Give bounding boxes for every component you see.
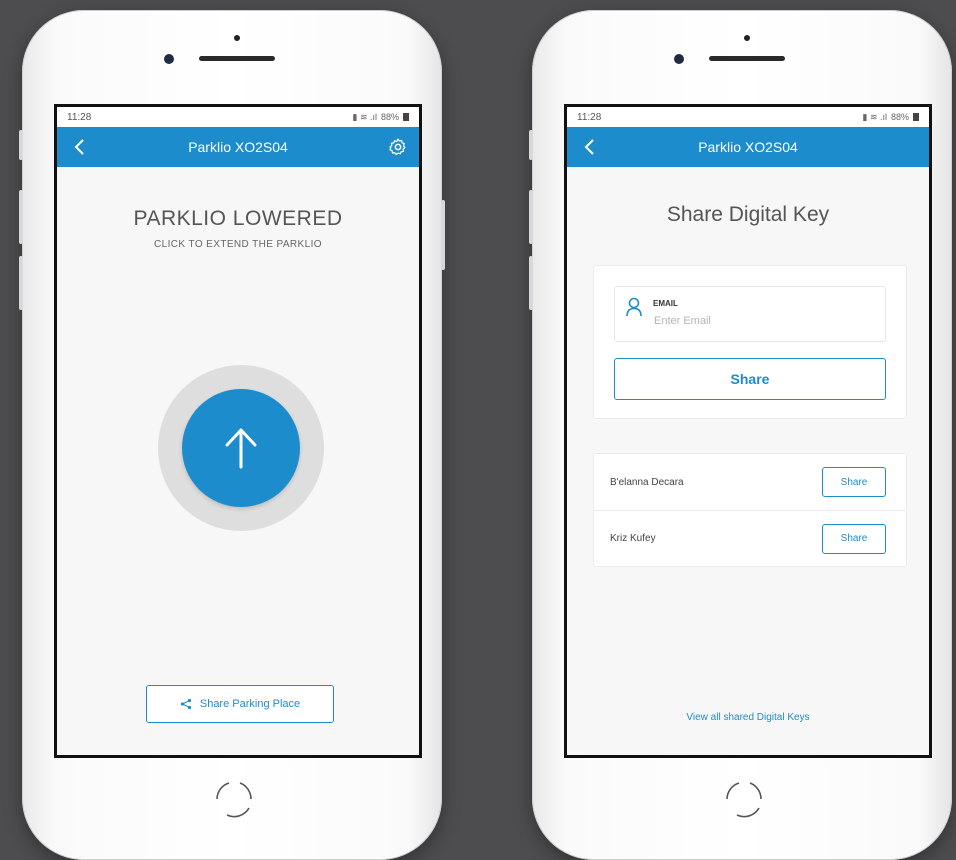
earpiece-speaker: [709, 56, 785, 61]
battery-icon: [913, 113, 919, 121]
page-title: Share Digital Key: [666, 203, 830, 226]
share-parking-place-button[interactable]: Share Parking Place: [146, 685, 334, 723]
share-parking-place-label: Share Parking Place: [199, 698, 301, 710]
battery-percent: 88%: [380, 112, 399, 122]
email-field[interactable]: EMAIL: [614, 286, 886, 342]
view-all-shared-keys-link[interactable]: View all shared Digital Keys: [567, 712, 929, 723]
phone-screen-right: 11:28 ▮ ≋ .ıl 88% Parklio XO2S04 Share D…: [564, 104, 932, 758]
mute-switch: [19, 130, 23, 160]
status-time: 11:28: [577, 111, 602, 123]
parklio-status-title: PARKLIO LOWERED: [133, 207, 343, 230]
phone-screen-left: 11:28 ▮ ≋ .ıl 88% Parklio XO2S04 PARKLIO…: [54, 104, 422, 758]
parklio-status-subtitle: CLICK TO EXTEND THE PARKLIO: [154, 239, 322, 250]
list-item: B'elanna Decara Share: [594, 454, 906, 510]
front-camera: [164, 54, 174, 64]
back-button[interactable]: [579, 137, 599, 157]
status-indicators: ▮ ≋ .ıl 88%: [862, 112, 919, 123]
settings-button[interactable]: [387, 136, 409, 158]
extend-button-ring: [158, 365, 324, 531]
app-bar: Parklio XO2S04: [567, 127, 929, 167]
chevron-left-icon: [74, 139, 84, 155]
gear-icon: [389, 138, 406, 156]
home-button[interactable]: [717, 772, 771, 826]
mute-switch: [529, 130, 533, 160]
home-button-ring-icon: [216, 782, 252, 818]
share-icon: [180, 698, 191, 710]
home-button[interactable]: [207, 772, 261, 826]
status-bar: 11:28 ▮ ≋ .ıl 88%: [57, 107, 419, 127]
volume-up-button: [529, 190, 533, 244]
proximity-sensor: [744, 35, 750, 41]
contact-name: B'elanna Decara: [610, 476, 684, 488]
app-bar-title: Parklio XO2S04: [698, 139, 798, 155]
proximity-sensor: [234, 35, 240, 41]
contact-name: Kriz Kufey: [610, 533, 656, 544]
phone-frame-right: 11:28 ▮ ≋ .ıl 88% Parklio XO2S04 Share D…: [529, 10, 952, 860]
list-item: Kriz Kufey Share: [594, 510, 906, 566]
email-input[interactable]: [652, 314, 876, 328]
arrow-up-icon: [225, 428, 257, 469]
back-button[interactable]: [69, 137, 89, 157]
contact-share-button[interactable]: Share: [822, 467, 886, 497]
signal-icon: ▮ ≋ .ıl: [352, 111, 377, 122]
extend-parklio-button[interactable]: [182, 389, 300, 507]
shared-contacts-list: B'elanna Decara Share Kriz Kufey Share: [593, 453, 907, 567]
front-camera: [674, 54, 684, 64]
volume-up-button: [19, 190, 23, 244]
share-button[interactable]: Share: [614, 358, 886, 400]
status-indicators: ▮ ≋ .ıl 88%: [352, 112, 409, 123]
status-time: 11:28: [67, 111, 92, 123]
status-bar: 11:28 ▮ ≋ .ıl 88%: [567, 107, 929, 127]
volume-down-button: [529, 256, 533, 310]
phone-frame-left: 11:28 ▮ ≋ .ıl 88% Parklio XO2S04 PARKLIO…: [19, 10, 445, 860]
power-button: [441, 200, 445, 270]
user-icon: [626, 297, 642, 317]
email-label: EMAIL: [653, 299, 678, 308]
battery-icon: [403, 113, 409, 121]
earpiece-speaker: [199, 56, 275, 61]
volume-down-button: [19, 256, 23, 310]
app-bar-title: Parklio XO2S04: [188, 139, 288, 155]
signal-icon: ▮ ≋ .ıl: [862, 111, 887, 122]
battery-percent: 88%: [890, 112, 909, 122]
share-email-card: EMAIL Share: [593, 265, 907, 419]
home-button-ring-icon: [726, 782, 762, 818]
app-bar: Parklio XO2S04: [57, 127, 419, 167]
chevron-left-icon: [584, 139, 594, 155]
contact-share-button[interactable]: Share: [822, 523, 886, 554]
